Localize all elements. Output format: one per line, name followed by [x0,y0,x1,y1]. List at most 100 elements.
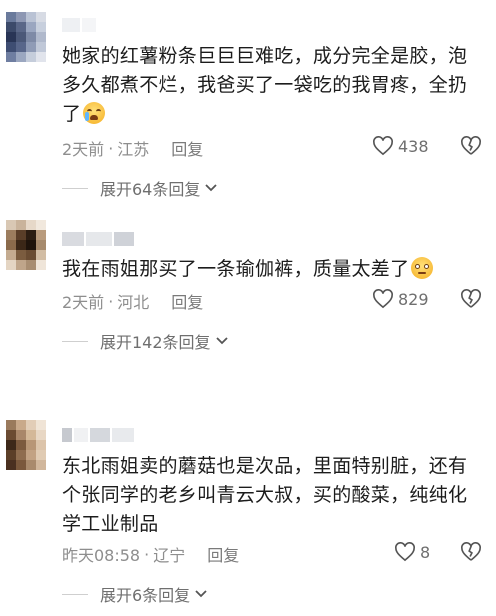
avatar-mosaic-tile [16,430,26,440]
comment-time: 2天前 [62,293,105,312]
expand-replies-button[interactable]: 展开64条回复 [62,176,218,200]
like-count: 829 [398,289,429,309]
expand-replies-button[interactable]: 展开142条回复 [62,329,229,353]
avatar-mosaic-tile [6,430,16,440]
avatar-mosaic-tile [26,220,36,230]
avatar-mosaic-tile [6,230,16,240]
avatar-mosaic-tile [36,440,46,450]
username-blurred[interactable] [62,232,134,246]
avatar-mosaic-tile [16,260,26,270]
avatar-mosaic-tile [16,52,26,62]
chevron-down-icon [215,337,228,345]
avatar-mosaic-tile [26,42,36,52]
comment-time: 2天前 [62,140,105,159]
expand-replies-label: 展开6条回复 [100,586,191,605]
divider-line [62,593,88,595]
avatar-mosaic-tile [16,12,26,22]
reply-button[interactable]: 回复 [207,542,239,566]
chevron-down-icon [195,590,207,598]
avatar-mosaic-tile [26,240,36,250]
separator-dot: · [144,544,150,564]
avatar-mosaic-tile [16,420,26,430]
avatar-mosaic-tile [36,430,46,440]
avatar-mosaic-tile [6,52,16,62]
avatar-mosaic-tile [6,240,16,250]
avatar-mosaic-tile [26,12,36,22]
avatar-mosaic-tile [36,32,46,42]
avatar-mosaic-tile [16,32,26,42]
comment-location: 江苏 [117,140,150,159]
avatar-mosaic-tile [6,32,16,42]
divider-line [62,187,88,189]
avatar-mosaic-tile [36,460,46,470]
avatar[interactable] [6,12,46,62]
avatar-mosaic-tile [6,42,16,52]
comment-location: 河北 [117,293,150,312]
avatar-mosaic-tile [16,440,26,450]
like-button[interactable]: 829 [372,289,429,309]
chevron-down-icon [205,184,218,192]
dislike-button[interactable] [460,289,482,313]
avatar-mosaic-tile [36,22,46,32]
separator-dot: · [108,291,114,311]
comment-time: 昨天08:58 [62,546,141,565]
avatar-mosaic-tile [6,220,16,230]
avatar-mosaic-tile [6,12,16,22]
comment-text: 她家的红薯粉条巨巨巨难吃，成分完全是胶，泡多久都煮不烂，我爸买了一袋吃的我胃疼，… [62,42,482,129]
comment-location: 辽宁 [153,546,186,565]
avatar-mosaic-tile [6,450,16,460]
avatar-mosaic-tile [26,52,36,62]
avatar-mosaic-tile [6,22,16,32]
avatar-mosaic-tile [6,260,16,270]
like-button[interactable]: 8 [394,542,430,562]
username-blurred[interactable] [62,428,134,442]
avatar-mosaic-tile [16,220,26,230]
avatar-mosaic-tile [26,450,36,460]
broken-heart-icon [461,289,481,308]
heart-icon [373,289,393,309]
like-count: 8 [420,542,431,562]
avatar[interactable] [6,420,46,470]
username-blurred[interactable] [62,18,96,32]
expand-replies-button[interactable]: 展开6条回复 [62,582,208,606]
dislike-button[interactable] [460,542,482,566]
avatar-mosaic-tile [16,450,26,460]
broken-heart-icon [461,136,481,155]
avatar-mosaic-tile [6,420,16,430]
like-button[interactable]: 438 [372,136,429,156]
like-count: 438 [398,136,429,156]
avatar-mosaic-tile [26,22,36,32]
comment-meta: 2天前 · 江苏 回复 [62,136,496,160]
comment-meta: 昨天08:58 · 辽宁 回复 [62,542,496,566]
loudly-crying-face-emoji-icon [83,102,106,124]
reply-button[interactable]: 回复 [171,289,203,313]
avatar-mosaic-tile [36,52,46,62]
avatar-mosaic-tile [26,260,36,270]
avatar-mosaic-tile [36,420,46,430]
comment-text-body: 我在雨姐那买了一条瑜伽裤，质量太差了 [62,258,410,280]
reply-button[interactable]: 回复 [171,136,203,160]
comment-text: 我在雨姐那买了一条瑜伽裤，质量太差了 [62,255,482,284]
avatar-mosaic-tile [36,230,46,240]
separator-dot: · [108,138,114,158]
heart-icon [395,542,415,562]
avatar[interactable] [6,220,46,270]
avatar-mosaic-tile [36,250,46,260]
avatar-mosaic-tile [36,42,46,52]
avatar-mosaic-tile [16,240,26,250]
avatar-mosaic-tile [26,460,36,470]
avatar-mosaic-tile [16,230,26,240]
avatar-mosaic-tile [36,450,46,460]
avatar-mosaic-tile [6,460,16,470]
comment-meta: 2天前 · 河北 回复 [62,289,496,313]
avatar-mosaic-tile [36,240,46,250]
heart-icon [373,136,393,156]
avatar-mosaic-tile [16,42,26,52]
avatar-mosaic-tile [36,12,46,22]
avatar-mosaic-tile [26,430,36,440]
comment-text: 东北雨姐卖的蘑菇也是次品，里面特别脏，还有个张同学的老乡叫青云大叔，买的酸菜，纯… [62,452,482,539]
grimacing-face-emoji-icon [411,257,434,279]
broken-heart-icon [461,542,481,561]
avatar-mosaic-tile [26,32,36,42]
dislike-button[interactable] [460,136,482,160]
